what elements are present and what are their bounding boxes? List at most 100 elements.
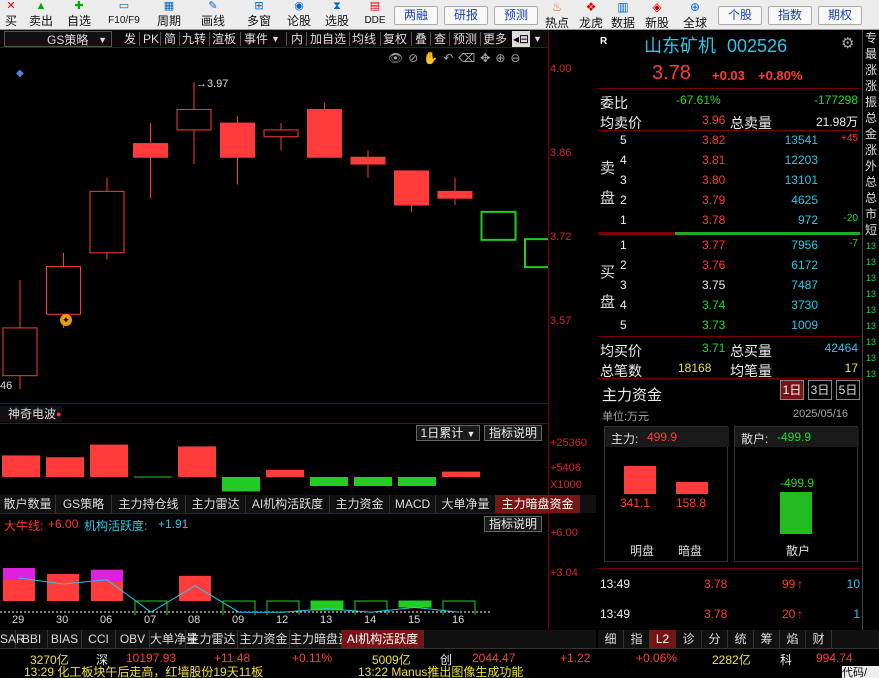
indicator-tab[interactable]: 主力持仓线 [112,495,186,513]
indicator-tab[interactable]: 细 [598,630,624,648]
code-search-input[interactable]: 代码/ [842,666,879,678]
price-label: 3.57 [550,315,572,327]
forecast-button[interactable]: 预测 [494,6,538,25]
tab-xuanban[interactable]: 渲板 [212,31,236,47]
index-button[interactable]: 指数 [768,6,812,25]
toolbar-f10[interactable]: ▭ F10/F9 [102,0,146,30]
toolbar-sell[interactable]: ▲ 卖出 [24,0,58,30]
toolbar-hotspot[interactable]: ♨ 热点 [542,0,572,30]
indicator-tab[interactable]: SAR [0,630,25,648]
indicator-tab[interactable]: 大单净量 [436,495,496,513]
tab-forecast[interactable]: 预测 [453,31,477,47]
tab-events[interactable]: 事件 [244,31,268,47]
order-level[interactable]: 1 3.77 7956 -7 [598,235,860,255]
indicator-tab[interactable]: 统 [728,630,754,648]
period-3d[interactable]: 3日 [808,380,832,400]
indicator-tab[interactable]: OBV [116,630,150,648]
indicator-tab[interactable]: 筹 [754,630,780,648]
toolbar-draw[interactable]: ✎ 画线 [196,0,230,30]
indicator-tab[interactable]: 指 [624,630,650,648]
indicator-tab[interactable]: L2 [650,630,676,648]
delete-icon[interactable]: ⌫ [458,51,480,65]
tab-add-watch[interactable]: 加自选 [310,31,346,47]
indicator-tab[interactable]: 大单净量 [150,630,198,648]
indicator-tab[interactable]: 财 [806,630,832,648]
order-level[interactable]: 2 3.76 6172 [598,255,860,275]
tab-inner[interactable]: 内 [291,31,303,47]
period-5d[interactable]: 5日 [836,380,860,400]
toolbar-multiwindow[interactable]: ⊞ 多窗 [242,0,276,30]
indicator-tab[interactable]: GS策略 [56,495,112,513]
tab-pk[interactable]: PK [143,31,159,47]
gear-icon[interactable]: ⚙ [841,34,854,52]
strategy-select[interactable]: GS策略 ▼ [4,31,112,47]
news-item[interactable]: 13:22 Manus推出图像生成功能 [358,666,523,678]
order-level[interactable]: 5 3.73 1009 [598,315,860,335]
toolbar-watchlist[interactable]: ✚ 自选 [62,0,96,30]
news-item[interactable]: 13:29 化工板块午后走高，红墙股份19天11板 [24,666,263,678]
tab-restore[interactable]: 复权 [383,31,407,47]
indicator-tab[interactable]: 主力资金 [238,630,290,648]
indicator-tab[interactable]: 主力暗盘资金 [290,630,362,648]
toolbar-global[interactable]: ⊕ 全球 [678,0,712,30]
weibi-row: 委比 -67.61% -177298 [600,93,858,111]
period-1d[interactable]: 1日 [780,380,804,400]
tab-simple[interactable]: 简 [164,31,176,47]
toolbar-dragon[interactable]: ❖ 龙虎 [576,0,606,30]
accumulate-dropdown[interactable]: 1日累计 ▼ [416,425,480,441]
hide-icon[interactable]: ⊘ [408,51,423,65]
chevron-down-icon[interactable]: ▼ [271,31,280,47]
order-level[interactable]: 1 3.78 972 -20 [598,210,860,230]
indicator-tab[interactable]: CCI [82,630,116,648]
hand-icon[interactable]: ✋ [423,51,443,65]
order-level[interactable]: 3 3.80 13101 [598,170,860,190]
toolbar-buy[interactable]: ✕买入 [0,0,22,42]
indicator-tab[interactable]: 诊 [676,630,702,648]
move-icon[interactable]: ✥ [480,51,495,65]
order-level[interactable]: 4 3.81 12203 [598,150,860,170]
eye-icon[interactable]: 👁 [388,51,408,65]
candlestick-chart[interactable]: 👁⊘✋↶⌫✥⊕⊖ ◆ ✦ 46 →3.97 4.00 3.86 3.72 3.5… [0,48,571,403]
indicator-tab[interactable]: BIAS [48,630,82,648]
indicator-tab[interactable]: 分 [702,630,728,648]
indicator-tab[interactable]: 主力雷达 [186,495,246,513]
toolbar-period[interactable]: ▦ 周期 [152,0,186,30]
toolbar-forum[interactable]: ◉ 论股 [284,0,314,30]
indicator-tab[interactable]: 主力资金 [330,495,390,513]
order-level[interactable]: 2 3.79 4625 [598,190,860,210]
options-button[interactable]: 期权 [818,6,862,25]
indicator-tab[interactable]: 主力雷达 [186,630,238,648]
indicator-explain-button[interactable]: 指标说明 [484,516,542,532]
order-level[interactable]: 5 3.82 13541 +45 [598,130,860,150]
indicator-tab[interactable]: 焰 [780,630,806,648]
research-button[interactable]: 研报 [444,6,488,25]
indicator-tab[interactable]: AI机构活跃度 [342,630,424,648]
order-level[interactable]: 4 3.74 3730 [598,295,860,315]
indicator-tab[interactable]: MACD [390,495,436,513]
tab-overlay[interactable]: 叠 [415,31,427,47]
tab-jiuzhuan[interactable]: 九转 [182,31,206,47]
tab-check[interactable]: 查 [434,31,446,47]
toolbar-screener[interactable]: ⧗ 选股 [322,0,352,30]
undo-icon[interactable]: ↶ [443,51,458,65]
indicator-explain-button[interactable]: 指标说明 [484,425,542,441]
indicator-tab[interactable]: 主力暗盘资金 [496,495,580,513]
indicator-tab[interactable]: BBI [16,630,48,648]
stock-button[interactable]: 个股 [718,6,762,25]
tab-ma[interactable]: 均线 [352,31,376,47]
margin-button[interactable]: 两融 [394,6,438,25]
toolbar-dde[interactable]: ▤ DDE [362,0,388,30]
wave-title[interactable]: 神奇电波● [0,406,62,422]
toolbar-ipo[interactable]: ◈ 新股 [642,0,672,30]
tab-fa[interactable]: 发 [124,31,136,47]
signal-flame-icon[interactable]: ✦ [60,314,72,326]
tab-more[interactable]: 更多 [483,31,507,47]
indicator-tab[interactable]: AI机构活跃度 [246,495,330,513]
chevron-down-icon[interactable]: ▼ [533,31,542,47]
indicator-tab[interactable]: 散户数量 [0,495,56,513]
collapse-left-icon[interactable]: ◂⊟ [512,31,530,47]
zoom-out-icon[interactable]: ⊖ [510,51,525,65]
toolbar-data[interactable]: ▥ 数据 [608,0,638,30]
zoom-in-icon[interactable]: ⊕ [495,51,510,65]
order-level[interactable]: 3 3.75 7487 [598,275,860,295]
